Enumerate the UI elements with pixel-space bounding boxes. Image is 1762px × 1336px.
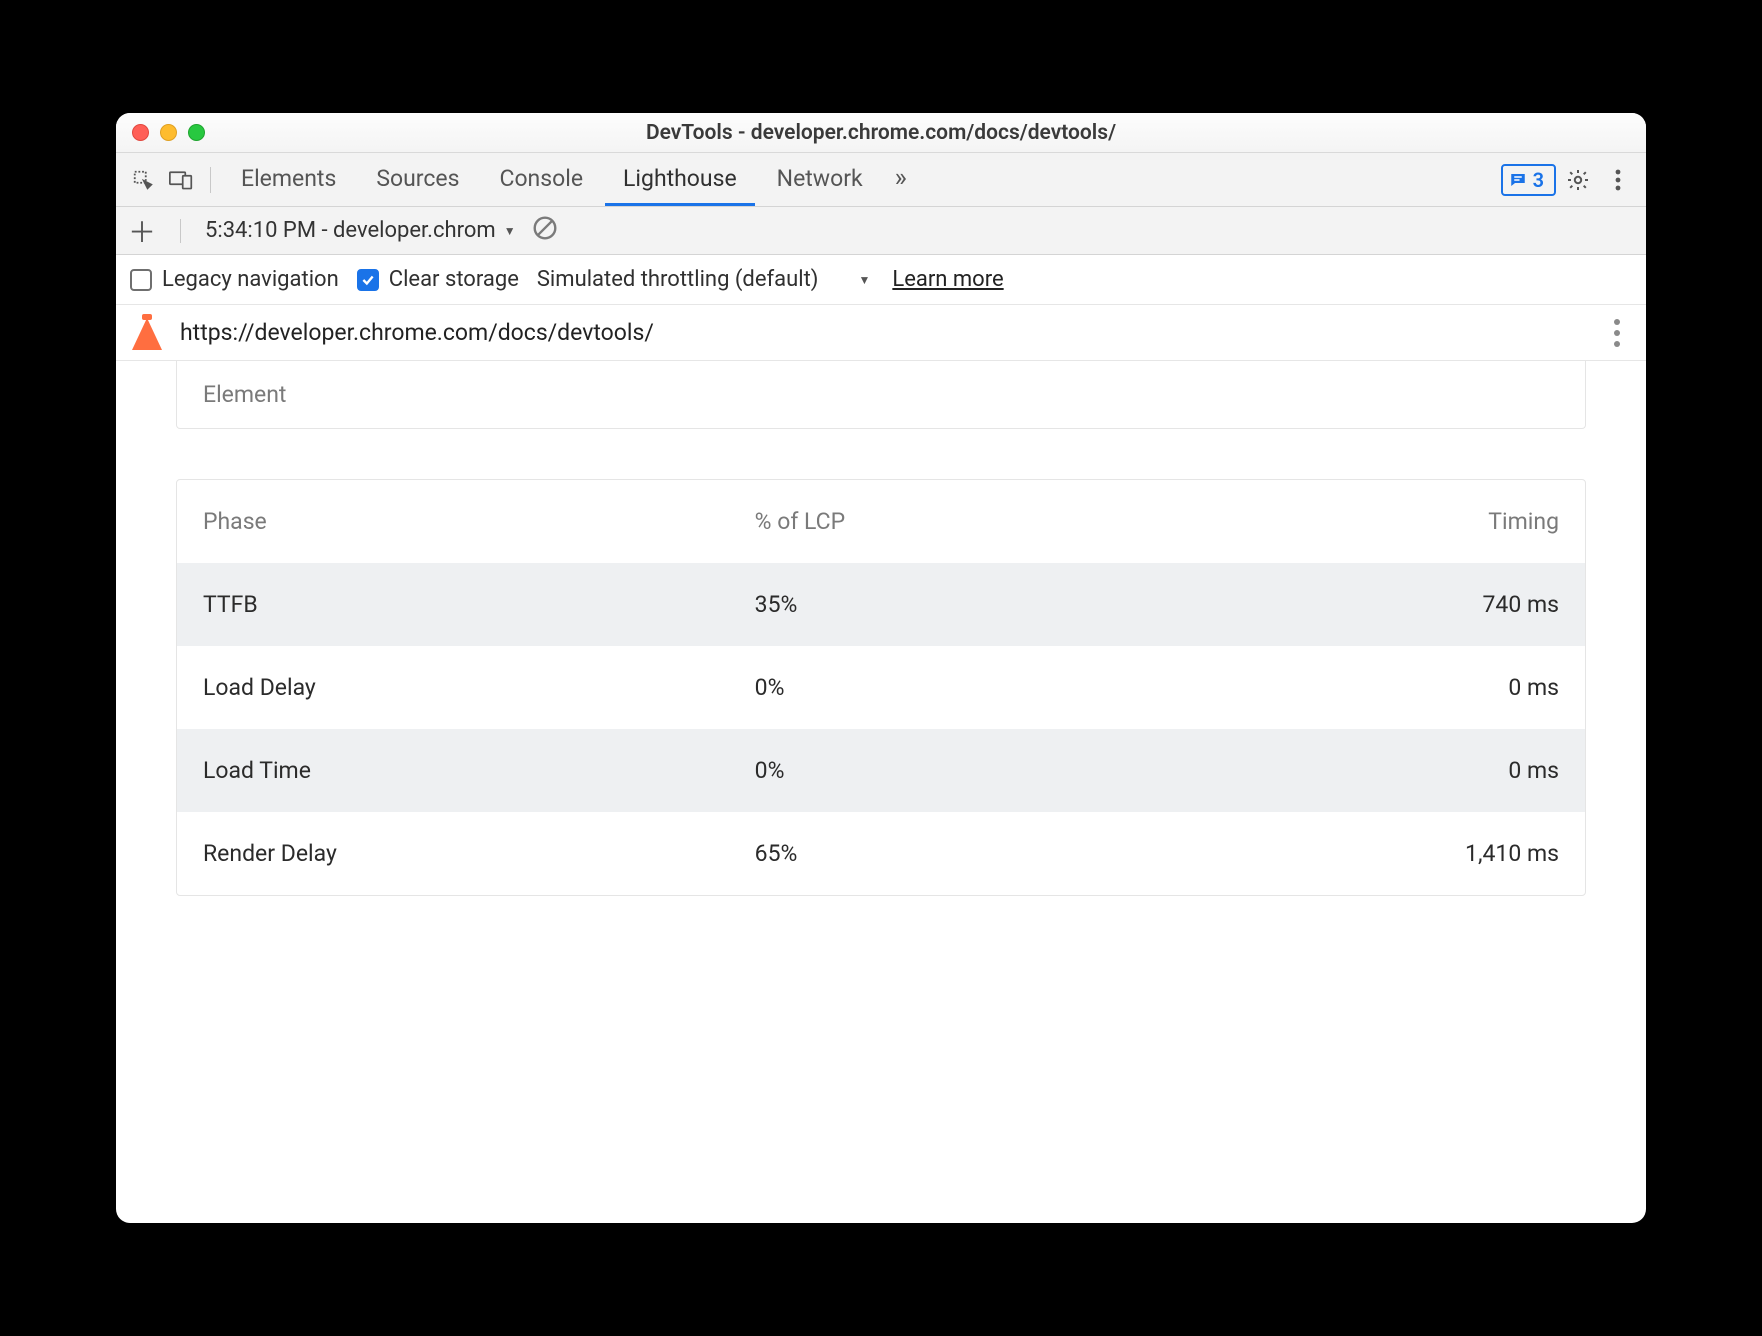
- close-window-button[interactable]: [132, 124, 149, 141]
- table-row: Render Delay 65% 1,410 ms: [177, 812, 1585, 895]
- new-report-button[interactable]: ＋: [128, 211, 156, 251]
- clear-report-button[interactable]: [532, 215, 558, 247]
- lighthouse-toolbar: ＋ 5:34:10 PM - developer.chrom ▼: [116, 207, 1646, 255]
- lcp-phase-table: Phase % of LCP Timing TTFB 35% 740 ms Lo…: [176, 479, 1586, 896]
- cell-phase: Render Delay: [177, 812, 729, 895]
- zoom-window-button[interactable]: [188, 124, 205, 141]
- report-menu-button[interactable]: [1604, 319, 1630, 347]
- tab-sources[interactable]: Sources: [358, 153, 477, 206]
- throttling-label: Simulated throttling (default): [537, 267, 819, 292]
- cell-pct: 35%: [729, 563, 1152, 646]
- lcp-element-card: Element: [176, 361, 1586, 429]
- clear-icon: [532, 215, 558, 241]
- separator: [210, 167, 211, 193]
- inspect-element-icon[interactable]: [126, 163, 160, 197]
- chevron-down-icon: ▼: [504, 224, 516, 238]
- report-label: 5:34:10 PM - developer.chrom: [205, 218, 496, 243]
- message-icon: [1509, 171, 1527, 189]
- cell-pct: 0%: [729, 729, 1152, 812]
- report-url: https://developer.chrome.com/docs/devtoo…: [180, 319, 654, 346]
- tab-elements[interactable]: Elements: [223, 153, 354, 206]
- cell-phase: Load Time: [177, 729, 729, 812]
- cell-phase: Load Delay: [177, 646, 729, 729]
- cell-phase: TTFB: [177, 563, 729, 646]
- cell-timing: 0 ms: [1152, 729, 1585, 812]
- window-controls: [132, 124, 205, 141]
- chevron-down-icon: ▼: [858, 273, 870, 287]
- tabs-overflow-button[interactable]: »: [885, 153, 917, 206]
- tab-lighthouse[interactable]: Lighthouse: [605, 153, 755, 206]
- device-toolbar-icon[interactable]: [164, 163, 198, 197]
- tab-console[interactable]: Console: [481, 153, 601, 206]
- gear-icon: [1566, 168, 1590, 192]
- learn-more-link[interactable]: Learn more: [892, 267, 1003, 292]
- lcp-element-header: Element: [177, 361, 1585, 428]
- table-row: Load Delay 0% 0 ms: [177, 646, 1585, 729]
- clear-storage-label: Clear storage: [389, 267, 519, 292]
- lighthouse-options-bar: Legacy navigation Clear storage Simulate…: [116, 255, 1646, 305]
- legacy-navigation-checkbox[interactable]: [130, 269, 152, 291]
- separator: [180, 219, 181, 243]
- cell-pct: 0%: [729, 646, 1152, 729]
- report-content: Element Phase % of LCP Timing TTFB 35% 7…: [116, 361, 1646, 1223]
- col-phase: Phase: [177, 480, 729, 563]
- col-timing: Timing: [1152, 480, 1585, 563]
- issues-badge[interactable]: 3: [1501, 164, 1556, 196]
- clear-storage-option[interactable]: Clear storage: [357, 267, 519, 292]
- table-header-row: Phase % of LCP Timing: [177, 480, 1585, 563]
- report-selector[interactable]: 5:34:10 PM - developer.chrom ▼: [205, 218, 516, 243]
- cell-timing: 740 ms: [1152, 563, 1585, 646]
- more-menu-button[interactable]: [1600, 169, 1636, 191]
- tab-network[interactable]: Network: [759, 153, 881, 206]
- cell-timing: 1,410 ms: [1152, 812, 1585, 895]
- lighthouse-icon: [132, 316, 162, 350]
- titlebar: DevTools - developer.chrome.com/docs/dev…: [116, 113, 1646, 153]
- throttling-selector[interactable]: Simulated throttling (default) ▼: [537, 267, 870, 292]
- table-row: TTFB 35% 740 ms: [177, 563, 1585, 646]
- settings-button[interactable]: [1560, 168, 1596, 192]
- col-pct: % of LCP: [729, 480, 1152, 563]
- minimize-window-button[interactable]: [160, 124, 177, 141]
- clear-storage-checkbox[interactable]: [357, 269, 379, 291]
- issues-count: 3: [1533, 168, 1544, 192]
- devtools-window: DevTools - developer.chrome.com/docs/dev…: [116, 113, 1646, 1223]
- cell-timing: 0 ms: [1152, 646, 1585, 729]
- report-url-bar: https://developer.chrome.com/docs/devtoo…: [116, 305, 1646, 361]
- devtools-tabstrip: Elements Sources Console Lighthouse Netw…: [116, 153, 1646, 207]
- cell-pct: 65%: [729, 812, 1152, 895]
- legacy-navigation-label: Legacy navigation: [162, 267, 339, 292]
- table-row: Load Time 0% 0 ms: [177, 729, 1585, 812]
- kebab-icon: [1615, 169, 1621, 191]
- legacy-navigation-option[interactable]: Legacy navigation: [130, 267, 339, 292]
- window-title: DevTools - developer.chrome.com/docs/dev…: [116, 121, 1646, 145]
